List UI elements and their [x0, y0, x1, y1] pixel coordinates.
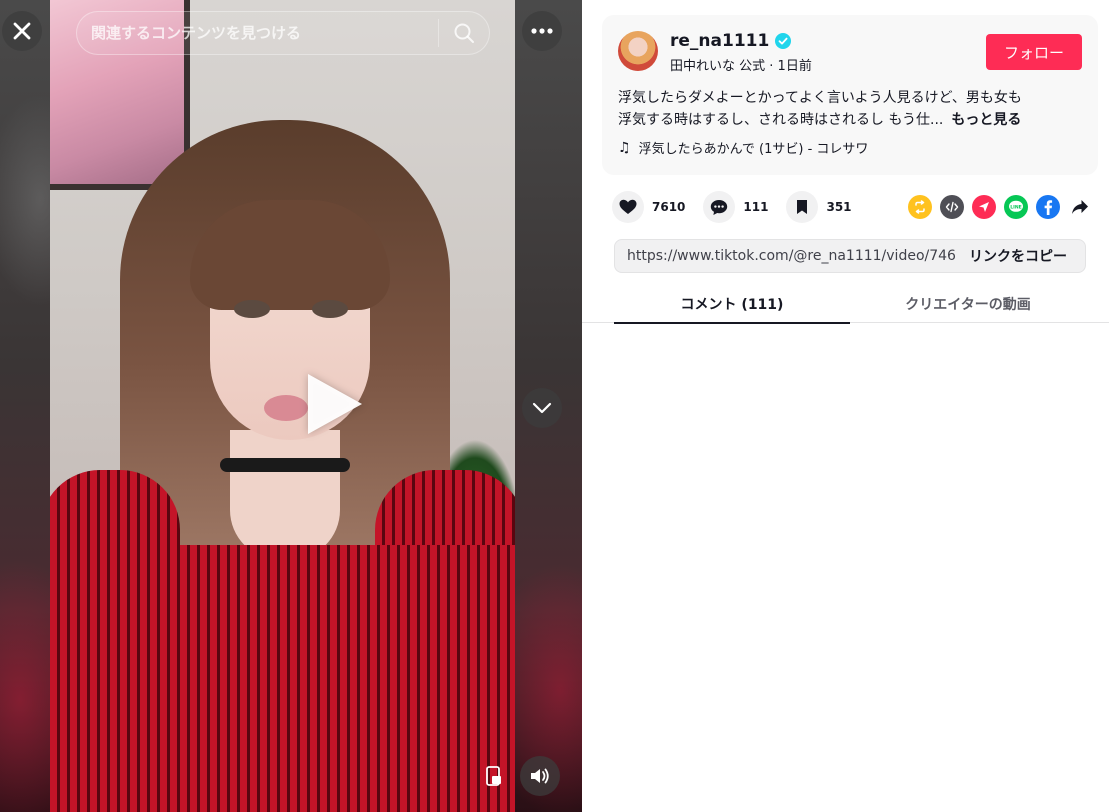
post-info-card: re_na1111 田中れいな 公式 · 1日前 フォロー 浮気したらダメよーと…: [602, 15, 1098, 175]
close-button[interactable]: [2, 11, 42, 51]
subject-shirt: [50, 545, 515, 812]
comment-count: 111: [743, 200, 769, 214]
video-player[interactable]: [50, 0, 515, 812]
send-icon: [979, 202, 989, 212]
display-name: 田中れいな 公式: [670, 59, 766, 74]
like-count: 7610: [652, 200, 686, 214]
engagement-actions: 7610 111 351: [612, 189, 870, 225]
subject-eye-left: [234, 300, 270, 318]
search-input[interactable]: [77, 12, 438, 54]
username[interactable]: re_na1111: [670, 31, 792, 51]
copy-link-button[interactable]: リンクをコピー: [957, 246, 1085, 266]
caption-line-1: 浮気したらダメよーとかってよく言いよう人見るけど、男も女も: [618, 90, 1022, 106]
volume-button[interactable]: [520, 756, 560, 796]
see-more-link[interactable]: もっと見る: [951, 112, 1021, 128]
search-button[interactable]: [439, 12, 489, 54]
caption-line-2: 浮気する時はするし、される時はされるし もう仕... もっと見る: [618, 109, 1084, 131]
music-note-icon: ♫: [618, 139, 631, 156]
caption-line-2-text: 浮気する時はするし、される時はされるし もう仕...: [618, 112, 944, 128]
pip-icon: [486, 766, 501, 786]
volume-icon: [531, 768, 549, 784]
facebook-share-button[interactable]: [1036, 195, 1060, 219]
search-icon: [454, 23, 474, 43]
music-title[interactable]: 浮気したらあかんで (1サビ) - コレサワ: [639, 138, 869, 157]
bookmark-button[interactable]: 351: [786, 191, 852, 223]
details-panel: re_na1111 田中れいな 公式 · 1日前 フォロー 浮気したらダメよーと…: [582, 0, 1109, 812]
close-icon: [13, 22, 31, 40]
line-icon: LINE: [1009, 200, 1023, 212]
more-icon: [531, 28, 553, 34]
chevron-down-icon: [532, 402, 552, 414]
comment-icon: [711, 199, 728, 215]
play-icon[interactable]: [308, 374, 362, 434]
more-share-button[interactable]: [1068, 195, 1092, 219]
username-text[interactable]: re_na1111: [670, 31, 769, 51]
share-icons: LINE: [900, 195, 1092, 219]
comment-circle[interactable]: [703, 191, 736, 223]
verified-icon: [775, 33, 792, 49]
caption: 浮気したらダメよーとかってよく言いよう人見るけど、男も女も 浮気する時はするし、…: [618, 87, 1084, 131]
repost-button[interactable]: [908, 195, 932, 219]
search-bar: [76, 11, 490, 55]
heart-icon: [619, 199, 637, 214]
bookmark-icon: [797, 200, 808, 214]
tab-comments[interactable]: コメント (111): [614, 285, 850, 324]
repost-icon: [915, 200, 925, 214]
embed-button[interactable]: [940, 195, 964, 219]
music-link[interactable]: ♫ 浮気したらあかんで (1サビ) - コレサワ: [618, 138, 869, 158]
subject-neck: [230, 430, 340, 560]
follow-button[interactable]: フォロー: [986, 34, 1082, 70]
subject-eye-right: [312, 300, 348, 318]
like-circle[interactable]: [612, 191, 644, 223]
more-options-button[interactable]: [522, 11, 562, 51]
embed-icon: [945, 201, 959, 213]
tab-creator-videos[interactable]: クリエイターの動画: [850, 285, 1086, 323]
comment-button[interactable]: 111: [703, 191, 768, 223]
subject-lips: [264, 395, 308, 421]
line-share-button[interactable]: LINE: [1004, 195, 1028, 219]
pip-button[interactable]: [478, 760, 510, 792]
like-button[interactable]: 7610: [612, 191, 685, 223]
author-subline: 田中れいな 公式 · 1日前: [670, 55, 812, 74]
bookmark-count: 351: [826, 200, 852, 214]
separator-dot: ·: [769, 59, 778, 74]
video-panel: [0, 0, 582, 812]
avatar[interactable]: [618, 31, 658, 71]
tab-bar: コメント (111) クリエイターの動画: [582, 285, 1109, 324]
post-time: 1日前: [777, 59, 812, 74]
facebook-icon: [1044, 200, 1053, 215]
send-button[interactable]: [972, 195, 996, 219]
share-arrow-icon: [1072, 200, 1088, 214]
subject-choker: [220, 458, 350, 472]
subject-bangs: [190, 200, 390, 310]
link-copy-box: https://www.tiktok.com/@re_na1111/video/…: [614, 239, 1086, 273]
bookmark-circle[interactable]: [786, 191, 819, 223]
svg-text:LINE: LINE: [1010, 204, 1022, 210]
video-url[interactable]: https://www.tiktok.com/@re_na1111/video/…: [615, 248, 957, 264]
next-video-button[interactable]: [522, 388, 562, 428]
